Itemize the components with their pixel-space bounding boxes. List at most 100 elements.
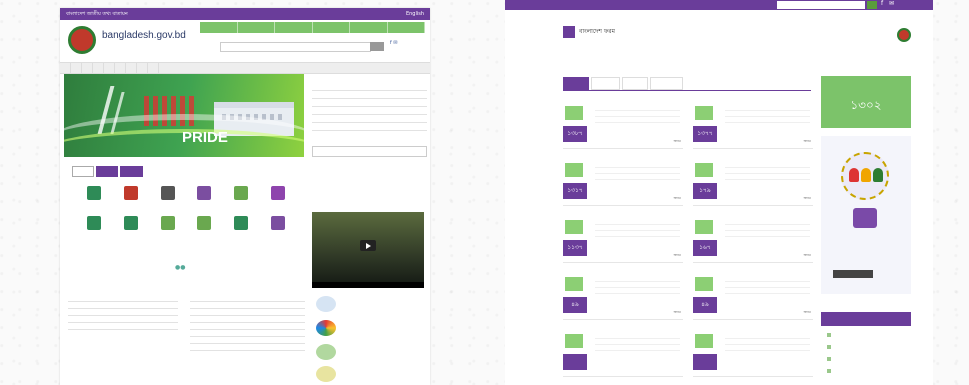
search-button[interactable] [370, 42, 384, 51]
service-tab[interactable] [72, 166, 95, 177]
social-icons[interactable]: f ✉ [881, 0, 896, 7]
news-row[interactable] [68, 316, 178, 323]
forms-logo-icon[interactable] [563, 26, 575, 38]
tab[interactable] [591, 77, 620, 90]
service-item[interactable] [149, 216, 186, 236]
service-item[interactable] [186, 186, 223, 206]
search-input[interactable] [777, 1, 865, 9]
sidebar-link[interactable] [312, 99, 427, 107]
nav-item[interactable] [126, 63, 137, 73]
nav-item[interactable] [137, 63, 148, 73]
play-icon[interactable] [360, 240, 376, 251]
nav-item[interactable] [71, 63, 82, 73]
promo-link[interactable] [316, 296, 424, 314]
total-forms-box[interactable]: ১৩০২ [821, 76, 911, 128]
news-row[interactable] [190, 344, 305, 351]
news-row[interactable] [68, 295, 178, 302]
service-tab[interactable] [120, 166, 143, 177]
nav-item[interactable] [60, 63, 71, 73]
top-link-left[interactable]: বাংলাদেশ জাতীয় তথ্য বাতায়ন [66, 8, 128, 20]
top-link-right[interactable]: English [406, 8, 424, 20]
sidebar-link[interactable] [312, 107, 427, 115]
top-tab[interactable] [350, 22, 388, 33]
important-link[interactable] [827, 333, 835, 337]
social-icons[interactable]: f ✉ [390, 40, 398, 46]
tab[interactable] [649, 77, 683, 90]
service-item[interactable] [223, 216, 260, 236]
search-input[interactable] [220, 42, 371, 52]
news-row[interactable] [190, 309, 305, 316]
sidebar-link[interactable] [312, 91, 427, 99]
more-link[interactable]: আরও [804, 253, 811, 259]
news-row[interactable] [68, 302, 178, 309]
top-tab[interactable] [388, 22, 425, 33]
nav-item[interactable] [82, 63, 93, 73]
category-card[interactable]: ১৬৭ আরও [693, 210, 813, 263]
news-row[interactable] [190, 316, 305, 323]
more-link[interactable]: আরও [674, 253, 681, 259]
category-card[interactable]: ১১৩৭ আরও [563, 210, 683, 263]
promo-link[interactable] [316, 320, 424, 338]
promo-link[interactable] [316, 366, 424, 384]
tab-active[interactable] [563, 77, 590, 90]
service-item[interactable] [186, 216, 223, 236]
site-name[interactable]: bangladesh.gov.bd [102, 30, 186, 41]
promo-link[interactable] [316, 344, 424, 362]
service-item[interactable] [259, 186, 296, 206]
important-link[interactable] [827, 357, 835, 361]
government-emblem-logo[interactable] [897, 28, 911, 42]
service-item[interactable] [223, 186, 260, 206]
top-tab[interactable] [200, 22, 238, 33]
important-link[interactable] [827, 345, 835, 349]
site-title[interactable]: বাংলাদেশ ফরম [579, 26, 615, 37]
sidebar-link[interactable] [312, 83, 427, 91]
more-link[interactable]: আরও [804, 310, 811, 316]
nav-item[interactable] [148, 63, 159, 73]
news-row[interactable] [190, 323, 305, 330]
video-player[interactable] [312, 212, 424, 288]
more-link[interactable]: আরও [674, 139, 681, 145]
hero-banner[interactable]: PRIDE [64, 74, 304, 157]
more-link[interactable]: আরও [804, 139, 811, 145]
service-item[interactable] [149, 186, 186, 206]
sidebar-link[interactable] [312, 115, 427, 123]
service-item[interactable] [76, 216, 113, 236]
campaign-ad[interactable] [821, 136, 911, 294]
news-row[interactable] [190, 295, 305, 302]
service-tab-active[interactable] [96, 166, 119, 177]
carousel-dots[interactable]: ●● [175, 264, 185, 271]
language-select[interactable] [312, 146, 427, 157]
category-card[interactable]: ৪৯ আরও [563, 267, 683, 320]
top-tab[interactable] [313, 22, 350, 33]
top-tab[interactable] [275, 22, 313, 33]
news-row[interactable] [190, 302, 305, 309]
more-link[interactable]: আরও [674, 196, 681, 202]
service-item[interactable] [76, 186, 113, 206]
news-row[interactable] [190, 337, 305, 344]
category-card[interactable]: ১৭৯ আরও [693, 153, 813, 206]
nav-item[interactable] [115, 63, 126, 73]
service-item[interactable] [259, 216, 296, 236]
category-card[interactable]: ৪৯ আরও [693, 267, 813, 320]
more-link[interactable]: আরও [804, 196, 811, 202]
nav-item[interactable] [93, 63, 104, 73]
category-card[interactable] [693, 324, 813, 377]
tab[interactable] [621, 77, 648, 90]
video-controls[interactable] [312, 282, 424, 288]
nav-item[interactable] [104, 63, 115, 73]
category-card[interactable] [563, 324, 683, 377]
category-card[interactable]: ১৩১৭ আরও [563, 153, 683, 206]
category-card[interactable]: ১৩৭৭ আরও [693, 96, 813, 149]
top-tab[interactable] [238, 22, 275, 33]
service-item[interactable] [113, 216, 150, 236]
news-row[interactable] [68, 323, 178, 330]
important-link[interactable] [827, 369, 835, 373]
more-link[interactable]: আরও [674, 310, 681, 316]
sidebar-link[interactable] [312, 123, 427, 131]
news-row[interactable] [190, 330, 305, 337]
service-item[interactable] [113, 186, 150, 206]
news-row[interactable] [68, 309, 178, 316]
category-card[interactable]: ১৩৮৭ আরও [563, 96, 683, 149]
government-emblem-logo[interactable] [68, 26, 96, 54]
search-button[interactable] [867, 1, 877, 9]
